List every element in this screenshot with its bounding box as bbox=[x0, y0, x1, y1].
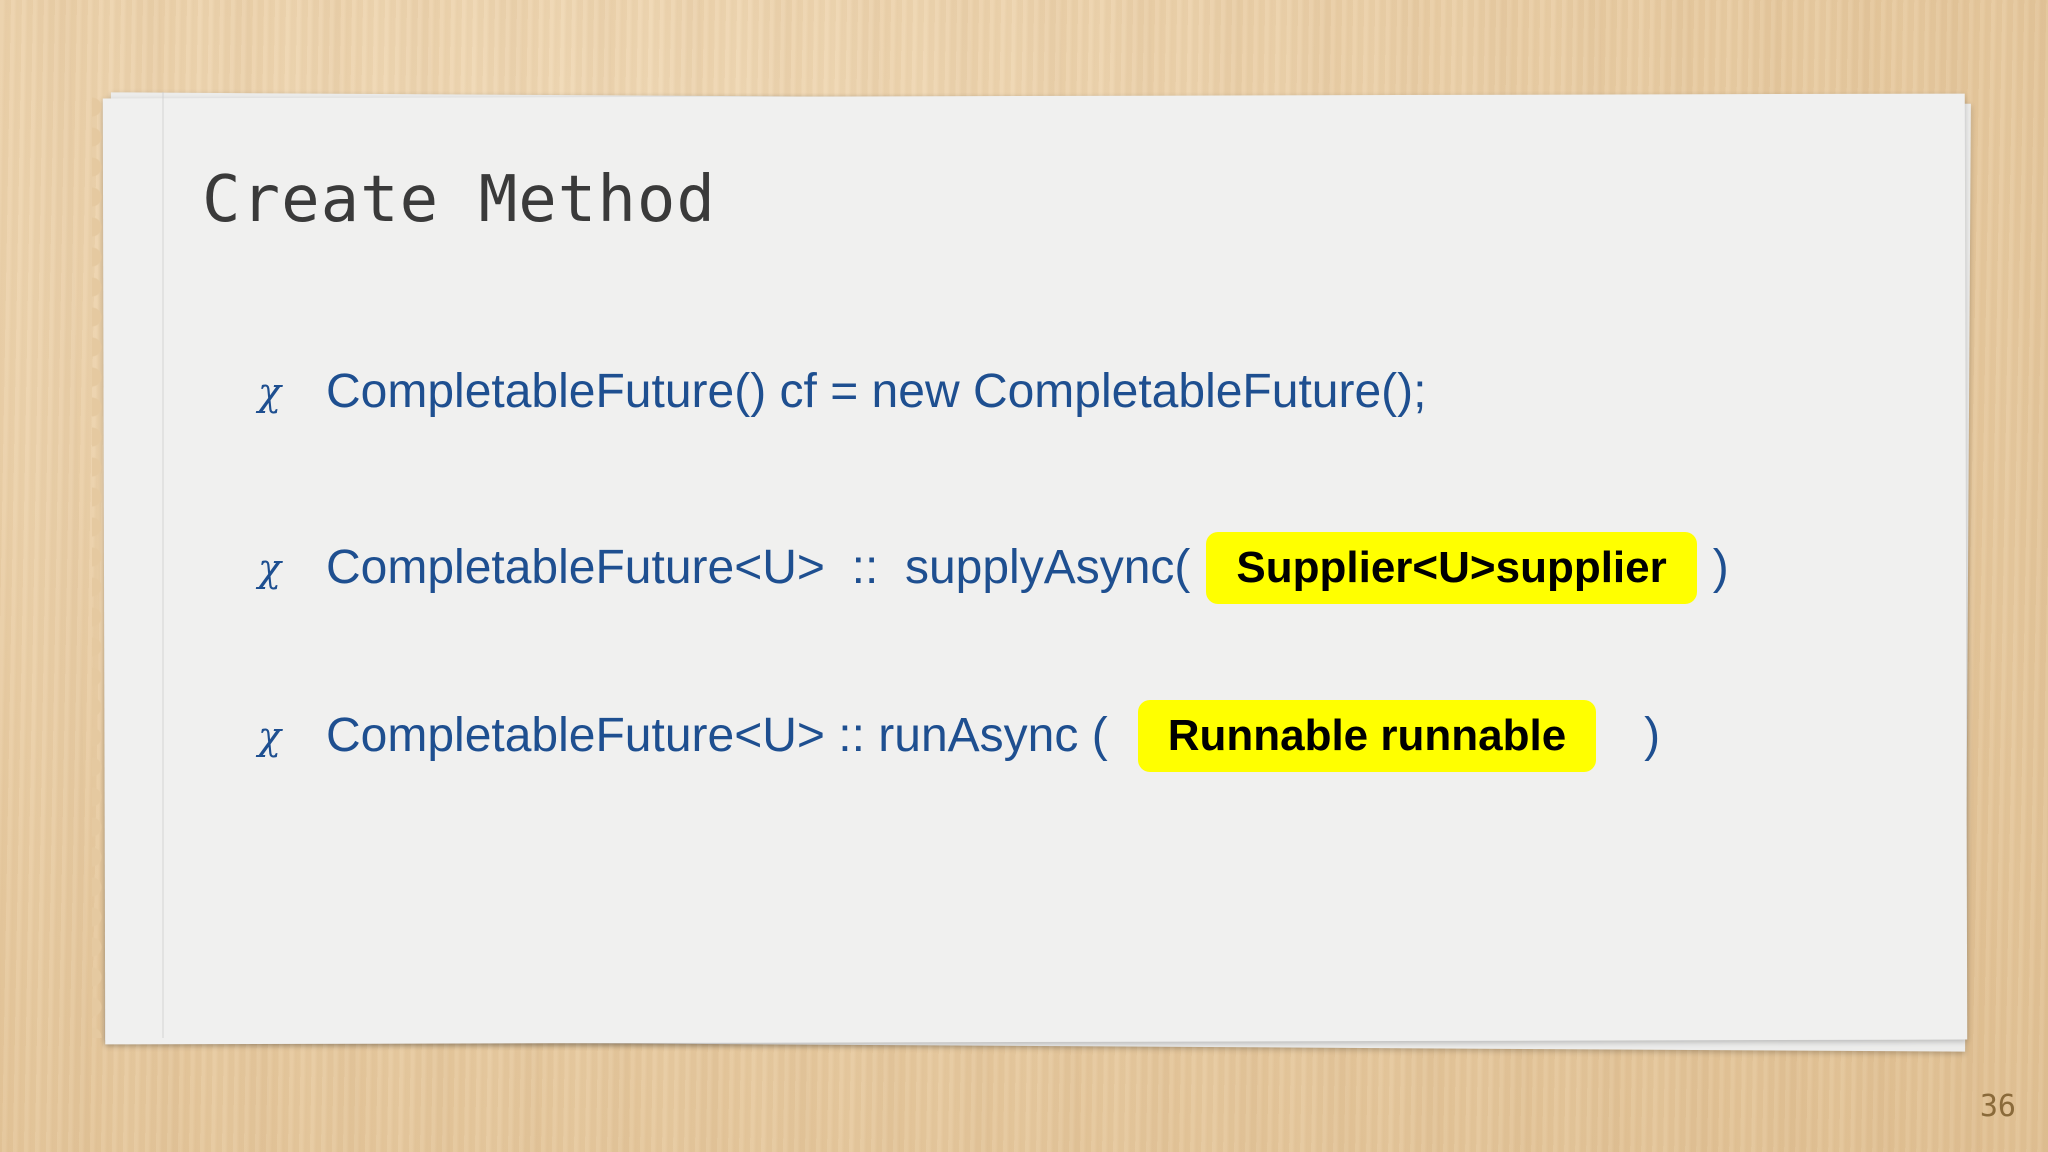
bullet-item: χ CompletableFuture() cf = new Completab… bbox=[258, 368, 1426, 416]
bullet-text-prefix: CompletableFuture<U> :: runAsync ( bbox=[326, 709, 1108, 762]
highlighted-parameter: Runnable runnable bbox=[1137, 700, 1597, 772]
bullet-icon: χ bbox=[258, 714, 282, 758]
paper-margin-line bbox=[162, 92, 164, 1038]
bullet-text-prefix: CompletableFuture<U> :: supplyAsync( bbox=[326, 541, 1191, 594]
bullet-item: χ CompletableFuture<U> :: supplyAsync( S… bbox=[258, 532, 1729, 604]
slide-title: Create Method bbox=[202, 163, 716, 237]
page-number: 36 bbox=[1979, 1089, 2016, 1124]
bullet-text-suffix: ) bbox=[1712, 541, 1729, 594]
bullet-text: CompletableFuture() cf = new Completable… bbox=[326, 365, 1427, 418]
bullet-item: χ CompletableFuture<U> :: runAsync ( Run… bbox=[258, 700, 1660, 772]
bullet-icon: χ bbox=[258, 370, 282, 414]
bullet-icon: χ bbox=[258, 546, 282, 590]
torn-paper-edge bbox=[92, 92, 130, 1038]
highlighted-parameter: Supplier<U>supplier bbox=[1206, 532, 1697, 604]
bullet-text-suffix: ) bbox=[1644, 709, 1661, 762]
